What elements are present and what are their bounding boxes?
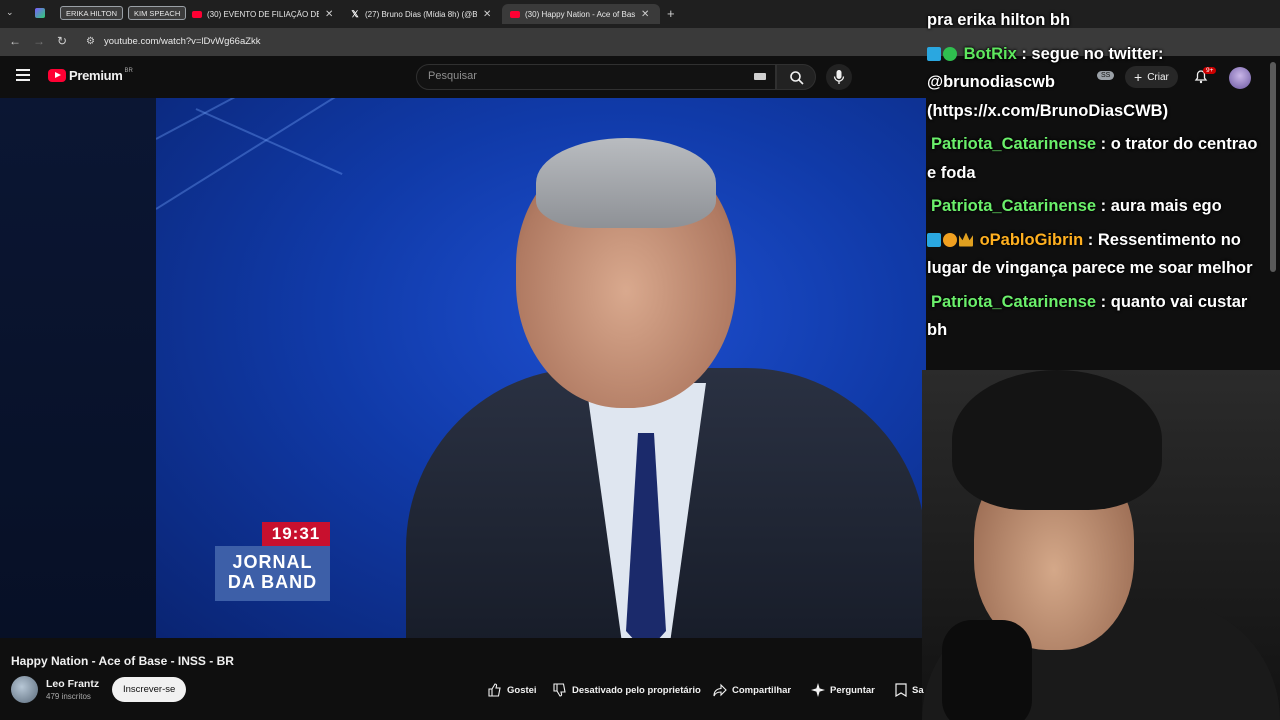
show-logo-line2: DA BAND (227, 572, 318, 592)
back-icon[interactable]: ← (9, 34, 21, 48)
chat-message: pra erika hilton bh (927, 6, 1267, 35)
search-icon (790, 71, 804, 85)
chat-message: Patriota_Catarinense : quanto vai custar… (927, 288, 1267, 345)
new-tab-icon[interactable]: + (667, 6, 675, 21)
close-tab-icon[interactable]: ✕ (641, 9, 649, 20)
forward-icon[interactable]: → (33, 34, 45, 48)
broadcast-clock: 19:31 (262, 522, 330, 546)
reload-icon[interactable]: ↻ (57, 34, 67, 48)
x-icon: 𝕏 (351, 8, 359, 19)
youtube-play-icon (48, 69, 66, 82)
chat-text: : Ressentimento no lugar de vingança par… (927, 230, 1253, 278)
verified-badge-icon (943, 46, 957, 61)
page-scrollbar[interactable] (1270, 62, 1276, 272)
dislike-label: Desativado pelo proprietário (572, 684, 701, 696)
search-placeholder: Pesquisar (428, 70, 477, 82)
keyboard-icon[interactable] (754, 73, 766, 80)
chat-username: Patriota_Catarinense (931, 292, 1097, 311)
share-button[interactable]: Compartilhar (713, 680, 791, 700)
microphone (942, 620, 1032, 720)
chat-text: : aura mais ego (1096, 197, 1222, 215)
like-label: Gostei (507, 684, 537, 696)
like-button[interactable]: Gostei (488, 680, 537, 700)
extension-icon[interactable] (35, 8, 45, 18)
tab-bruno-dias[interactable]: 𝕏 (27) Bruno Dias (Mídia 8h) (@B ✕ (350, 4, 500, 24)
save-button[interactable]: Sa (895, 680, 924, 700)
channel-name[interactable]: Leo Frantz (46, 678, 99, 690)
stream-chat-overlay: pra erika hilton bh BotRix : segue no tw… (927, 6, 1267, 350)
tab-title: (27) Bruno Dias (Mídia 8h) (@B (365, 9, 477, 19)
tab-happy-nation[interactable]: (30) Happy Nation - Ace of Bas ✕ (502, 4, 660, 24)
microphone-icon (833, 70, 845, 84)
site-info-icon[interactable]: ⚙ (86, 36, 95, 47)
thumbs-up-icon (488, 683, 501, 697)
close-tab-icon[interactable]: ✕ (325, 9, 333, 20)
share-icon (713, 683, 727, 697)
tab-title: (30) EVENTO DE FILIAÇÃO DE K (207, 9, 319, 19)
url-text[interactable]: youtube.com/watch?v=lDvWg66aZkk (104, 36, 261, 47)
search-button[interactable] (776, 64, 816, 90)
show-logo-line1: JORNAL (232, 552, 313, 572)
close-tab-icon[interactable]: ✕ (483, 9, 491, 20)
bookmark-icon (895, 683, 907, 697)
chat-message: Patriota_Catarinense : o trator do centr… (927, 130, 1267, 187)
logo-region: BR (124, 67, 133, 74)
youtube-icon (510, 10, 520, 18)
dislike-button[interactable]: Desativado pelo proprietário (553, 680, 701, 700)
crown-badge-icon (959, 232, 973, 247)
gift-badge-icon (943, 232, 957, 247)
streamer-hair (952, 370, 1162, 510)
chat-username: BotRix (963, 44, 1017, 63)
voice-search-button[interactable] (826, 64, 852, 90)
sparkle-icon (811, 683, 825, 697)
streamer-webcam (922, 370, 1280, 720)
tab-list-chevron-icon[interactable]: ⌄ (6, 7, 14, 18)
chat-text: pra erika hilton bh (927, 11, 1071, 29)
chat-username: Patriota_Catarinense (931, 135, 1097, 153)
youtube-premium-logo[interactable]: Premium BR (48, 68, 133, 83)
subscriber-count: 479 inscritos (46, 692, 91, 701)
logo-text: Premium (69, 68, 123, 83)
background-stripe (195, 108, 343, 175)
tab-title: (30) Happy Nation - Ace of Bas (525, 9, 635, 19)
menu-icon[interactable] (16, 69, 30, 81)
chat-username: oPabloGibrin (979, 230, 1084, 249)
ask-label: Perguntar (830, 684, 875, 696)
news-anchor-hair (536, 138, 716, 228)
chat-username: Patriota_Catarinense (931, 197, 1097, 215)
chat-message: Patriota_Catarinense : aura mais ego (927, 192, 1267, 221)
pinned-group-kim[interactable]: KIM SPEACH (128, 6, 187, 20)
subscribe-button[interactable]: Inscrever-se (112, 677, 187, 702)
video-title: Happy Nation - Ace of Base - INSS - BR (11, 654, 234, 668)
chat-message: BotRix : segue no twitter: @brunodiascwb… (927, 40, 1267, 126)
jornal-da-band-logo: JORNAL DA BAND (215, 546, 330, 601)
channel-avatar[interactable] (11, 676, 38, 703)
chat-message: oPabloGibrin : Ressentimento no lugar de… (927, 226, 1267, 283)
video-side-fill (0, 98, 156, 638)
background-stripe (156, 98, 387, 140)
ask-button[interactable]: Perguntar (811, 680, 875, 700)
moderator-badge-icon (927, 46, 941, 61)
youtube-icon (192, 10, 202, 18)
save-label: Sa (912, 684, 924, 696)
pinned-group-erika[interactable]: ERIKA HILTON (60, 6, 123, 20)
moderator-badge-icon (927, 232, 941, 247)
tab-evento[interactable]: (30) EVENTO DE FILIAÇÃO DE K ✕ (192, 4, 342, 24)
thumbs-down-icon (553, 683, 566, 697)
share-label: Compartilhar (732, 684, 792, 696)
